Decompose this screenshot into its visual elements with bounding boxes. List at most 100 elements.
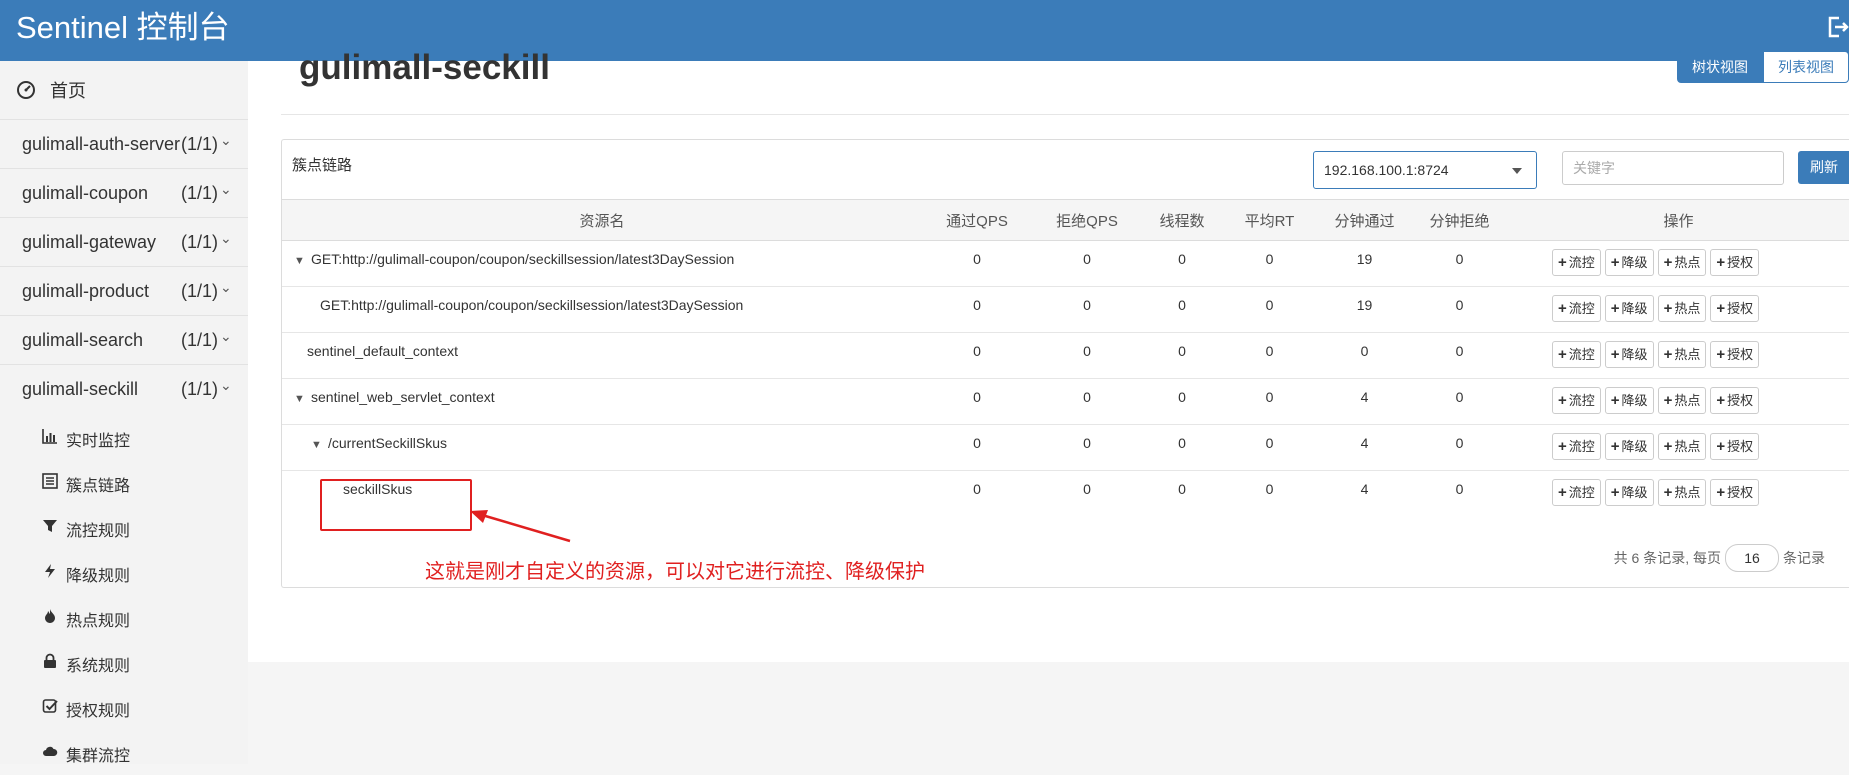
- plus-icon: +: [1716, 254, 1726, 271]
- view-toggle: 树状视图 列表视图: [1677, 51, 1849, 83]
- sign-out-icon[interactable]: [1825, 14, 1849, 40]
- app-name: gulimall-seckill: [22, 379, 139, 399]
- ops-cell: + 流控 + 降级 + 热点 + 授权: [1507, 378, 1849, 425]
- avg-rt: 0: [1222, 332, 1317, 379]
- thread-count: 0: [1142, 378, 1222, 425]
- hot-rule-button[interactable]: + 热点: [1657, 433, 1707, 460]
- flow-rule-button[interactable]: + 流控: [1552, 295, 1601, 322]
- degrade-rule-button[interactable]: + 降级: [1604, 341, 1654, 368]
- list-view-button[interactable]: 列表视图: [1763, 51, 1849, 83]
- table-header: 资源名 通过QPS 拒绝QPS 线程数 平均RT 分钟通过 分钟拒绝 操作: [282, 199, 1849, 241]
- plus-icon: +: [1663, 300, 1673, 317]
- sidebar-item-flow-rules[interactable]: 流控规则: [0, 505, 248, 550]
- chevron-down-icon: ⌄: [220, 181, 232, 197]
- app-name: gulimall-product: [22, 281, 150, 301]
- auth-rule-button[interactable]: + 授权: [1710, 479, 1760, 506]
- auth-rule-button[interactable]: + 授权: [1710, 341, 1760, 368]
- tree-view-button[interactable]: 树状视图: [1677, 51, 1763, 83]
- block-qps: 0: [1083, 481, 1091, 497]
- col-header: 拒绝QPS: [1032, 199, 1142, 241]
- flow-rule-button[interactable]: + 流控: [1552, 249, 1601, 276]
- sidebar-item-label: 实时监控: [66, 433, 131, 450]
- plus-icon: +: [1610, 438, 1620, 455]
- plus-icon: +: [1610, 484, 1620, 501]
- brand-title[interactable]: Sentinel 控制台: [16, 8, 230, 48]
- hot-rule-button[interactable]: + 热点: [1657, 249, 1707, 276]
- sidebar: 首页 gulimall-auth-server (1/1) ⌄ gulimall…: [0, 61, 248, 765]
- minute-block: 0: [1412, 424, 1507, 471]
- sidebar-app-product[interactable]: gulimall-product (1/1) ⌄: [0, 267, 248, 316]
- collapse-caret-icon[interactable]: ▼: [294, 255, 308, 267]
- app-count: (1/1): [181, 134, 219, 154]
- sidebar-app-auth-server[interactable]: gulimall-auth-server (1/1) ⌄: [0, 120, 248, 169]
- sidebar-app-seckill[interactable]: gulimall-seckill (1/1) ⌄: [0, 365, 248, 415]
- filter-icon: [43, 520, 57, 532]
- machine-select-value: 192.168.100.1:8724: [1324, 162, 1449, 178]
- degrade-rule-button[interactable]: + 降级: [1604, 249, 1654, 276]
- flow-rule-button[interactable]: + 流控: [1552, 433, 1601, 460]
- sidebar-item-metric[interactable]: 实时监控: [0, 415, 248, 460]
- sidebar-item-cluster-flow[interactable]: 集群流控: [0, 730, 248, 775]
- thread-count: 0: [1178, 481, 1186, 497]
- chevron-down-icon: ⌄: [220, 230, 232, 246]
- plus-icon: +: [1716, 392, 1726, 409]
- minute-pass: 4: [1317, 378, 1412, 425]
- collapse-caret-icon[interactable]: ▼: [294, 393, 308, 405]
- flow-rule-button[interactable]: + 流控: [1552, 387, 1601, 414]
- degrade-rule-button[interactable]: + 降级: [1604, 295, 1654, 322]
- plus-icon: +: [1610, 392, 1620, 409]
- pass-qps: 0: [922, 378, 1032, 425]
- resource-name: GET:http://gulimall-coupon/coupon/seckil…: [311, 251, 735, 267]
- sidebar-item-degrade-rules[interactable]: 降级规则: [0, 550, 248, 595]
- sidebar-item-label: 簇点链路: [66, 478, 131, 495]
- col-header: 通过QPS: [922, 199, 1032, 241]
- hot-rule-button[interactable]: + 热点: [1657, 387, 1707, 414]
- pass-qps: 0: [922, 424, 1032, 471]
- keyword-input[interactable]: [1562, 151, 1784, 185]
- auth-rule-button[interactable]: + 授权: [1710, 387, 1760, 414]
- plus-icon: +: [1716, 346, 1726, 363]
- sidebar-app-coupon[interactable]: gulimall-coupon (1/1) ⌄: [0, 169, 248, 218]
- auth-rule-button[interactable]: + 授权: [1710, 433, 1760, 460]
- sidebar-app-gateway[interactable]: gulimall-gateway (1/1) ⌄: [0, 218, 248, 267]
- table-row: ▼/currentSeckillSkus 0 0 0 0 4 0 + 流控 + 降级…: [282, 424, 1849, 471]
- check-square-icon: [42, 699, 58, 713]
- pass-qps: 0: [922, 332, 1032, 379]
- sidebar-item-system-rules[interactable]: 系统规则: [0, 640, 248, 685]
- flow-rule-button[interactable]: + 流控: [1552, 341, 1601, 368]
- auth-rule-button[interactable]: + 授权: [1710, 249, 1760, 276]
- plus-icon: +: [1558, 438, 1567, 455]
- hot-rule-button[interactable]: + 热点: [1657, 341, 1707, 368]
- sidebar-item-label: 系统规则: [66, 658, 131, 675]
- degrade-rule-button[interactable]: + 降级: [1604, 387, 1654, 414]
- plus-icon: +: [1558, 254, 1567, 271]
- app-name: gulimall-gateway: [22, 232, 157, 252]
- sidebar-item-label: 降级规则: [66, 568, 131, 585]
- sidebar-item-hot-rules[interactable]: 热点规则: [0, 595, 248, 640]
- avg-rt: 0: [1222, 286, 1317, 333]
- plus-icon: +: [1558, 346, 1567, 363]
- machine-select[interactable]: 192.168.100.1:8724: [1313, 151, 1537, 189]
- hot-rule-button[interactable]: + 热点: [1657, 479, 1707, 506]
- sidebar-app-search[interactable]: gulimall-search (1/1) ⌄: [0, 316, 248, 365]
- refresh-button[interactable]: 刷新: [1798, 151, 1849, 184]
- resource-name: sentinel_web_servlet_context: [311, 389, 495, 405]
- avg-rt: 0: [1265, 481, 1274, 497]
- plus-icon: +: [1610, 254, 1620, 271]
- degrade-rule-button[interactable]: + 降级: [1604, 479, 1654, 506]
- degrade-rule-button[interactable]: + 降级: [1604, 433, 1654, 460]
- sidebar-item-identity[interactable]: 簇点链路: [0, 460, 248, 505]
- panel-title: 簇点链路: [292, 157, 353, 174]
- avg-rt: 0: [1222, 424, 1317, 471]
- collapse-caret-icon[interactable]: ▼: [311, 439, 325, 451]
- resource-table: 资源名 通过QPS 拒绝QPS 线程数 平均RT 分钟通过 分钟拒绝 操作 ▼ G…: [282, 199, 1849, 517]
- col-header: 资源名: [282, 199, 922, 241]
- auth-rule-button[interactable]: + 授权: [1710, 295, 1760, 322]
- sidebar-item-home[interactable]: 首页: [0, 61, 248, 120]
- caret-down-icon: [1512, 168, 1522, 174]
- col-header: 分钟拒绝: [1412, 199, 1507, 241]
- hot-rule-button[interactable]: + 热点: [1657, 295, 1707, 322]
- sidebar-item-authority-rules[interactable]: 授权规则: [0, 685, 248, 730]
- flow-rule-button[interactable]: + 流控: [1552, 479, 1601, 506]
- page-size-input[interactable]: 16: [1725, 544, 1779, 572]
